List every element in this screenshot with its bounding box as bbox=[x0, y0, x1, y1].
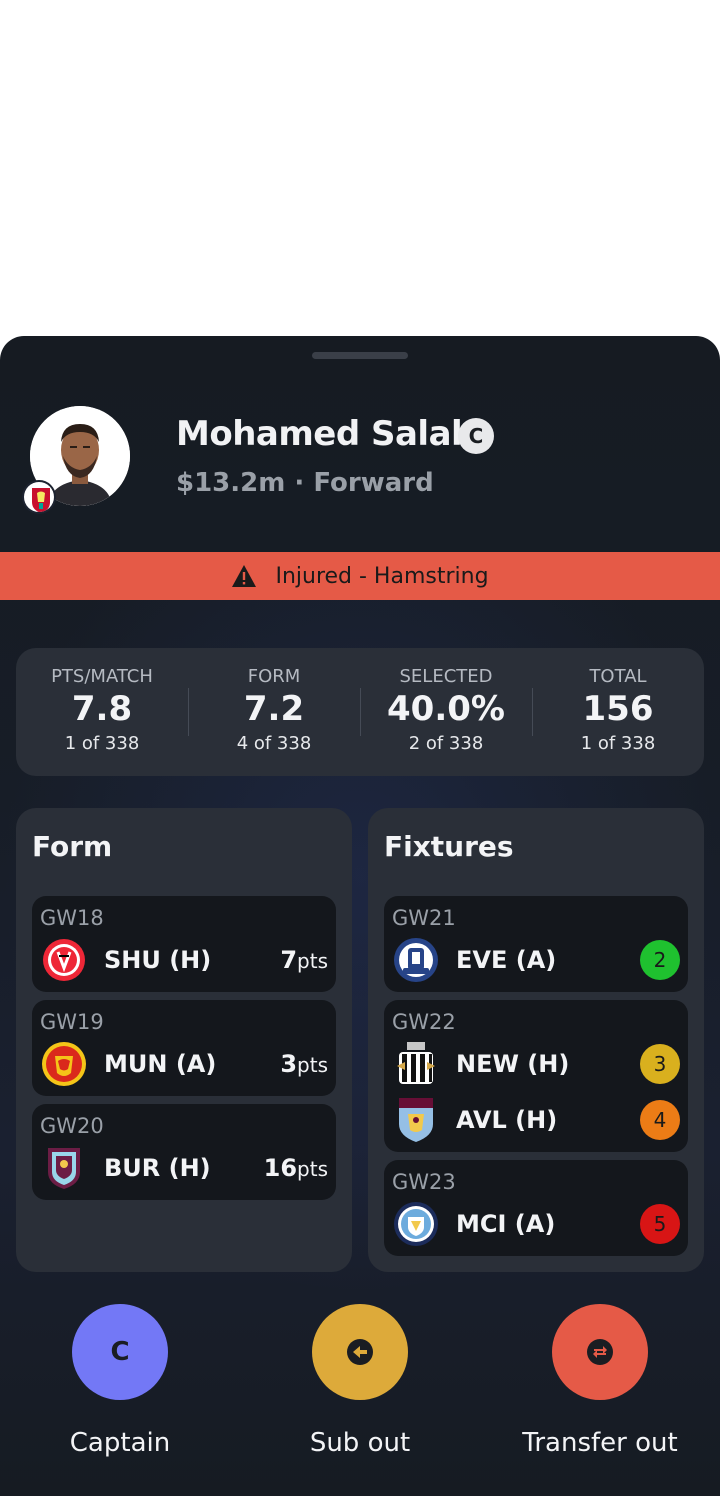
newcastle-crest-icon bbox=[392, 1040, 440, 1088]
fixture-gw-card[interactable]: GW21 EVE (A) 2 bbox=[384, 896, 688, 992]
points: 16pts bbox=[263, 1154, 328, 1182]
injury-banner: Injured - Hamstring bbox=[0, 552, 720, 600]
form-gw-card[interactable]: GW19 MUN (A) 3pts bbox=[32, 1000, 336, 1096]
injury-text: Injured - Hamstring bbox=[275, 563, 489, 589]
match-row: MCI (A) 5 bbox=[392, 1200, 680, 1248]
match-row: SHU (H) 7pts bbox=[40, 936, 328, 984]
stat-rank: 1 of 338 bbox=[64, 733, 140, 754]
warning-icon bbox=[232, 565, 257, 587]
match-row: NEW (H) 3 bbox=[392, 1040, 680, 1088]
transfer-icon bbox=[587, 1339, 613, 1365]
fixture-gw-card[interactable]: GW22 NEW (H) 3 AVL (H) 4 bbox=[384, 1000, 688, 1152]
form-gw-card[interactable]: GW18 SHU (H) 7pts bbox=[32, 896, 336, 992]
opponent: MUN (A) bbox=[104, 1050, 217, 1078]
stat-value: 7.2 bbox=[243, 689, 305, 729]
opponent: BUR (H) bbox=[104, 1154, 211, 1182]
stat-selected: SELECTED 40.0% 2 of 338 bbox=[360, 648, 532, 776]
difficulty-badge: 2 bbox=[640, 940, 680, 980]
stat-label: PTS/MATCH bbox=[51, 666, 153, 687]
arrow-left-icon bbox=[347, 1339, 373, 1365]
aston-villa-crest-icon bbox=[392, 1096, 440, 1144]
difficulty-badge: 5 bbox=[640, 1204, 680, 1244]
player-name: Mohamed Salah bbox=[176, 414, 475, 454]
liverpool-crest-icon bbox=[22, 480, 56, 514]
match-row: EVE (A) 2 bbox=[392, 936, 680, 984]
gw-label: GW22 bbox=[392, 1010, 456, 1034]
match-row: BUR (H) 16pts bbox=[40, 1144, 328, 1192]
stat-label: SELECTED bbox=[399, 666, 493, 687]
manchester-united-crest-icon bbox=[40, 1040, 88, 1088]
stat-rank: 2 of 338 bbox=[408, 733, 484, 754]
sheffield-united-crest-icon bbox=[40, 936, 88, 984]
points: 3pts bbox=[280, 1050, 328, 1078]
gw-label: GW23 bbox=[392, 1170, 456, 1194]
opponent: EVE (A) bbox=[456, 946, 557, 974]
captain-icon: C bbox=[110, 1337, 130, 1367]
player-bottom-sheet: Mohamed Salah C $13.2m · Forward Injured… bbox=[0, 336, 720, 1496]
captain-label: Captain bbox=[69, 1428, 171, 1458]
gw-label: GW21 bbox=[392, 906, 456, 930]
drag-handle[interactable] bbox=[312, 352, 408, 359]
stat-rank: 4 of 338 bbox=[236, 733, 312, 754]
gw-label: GW20 bbox=[40, 1114, 104, 1138]
burnley-crest-icon bbox=[40, 1144, 88, 1192]
sub-out-action: Sub out bbox=[260, 1304, 460, 1458]
captain-action: C Captain bbox=[20, 1304, 220, 1458]
transfer-out-action: Transfer out bbox=[500, 1304, 700, 1458]
stat-form: FORM 7.2 4 of 338 bbox=[188, 648, 360, 776]
stat-label: FORM bbox=[247, 666, 301, 687]
match-row: MUN (A) 3pts bbox=[40, 1040, 328, 1088]
gw-label: GW19 bbox=[40, 1010, 104, 1034]
points: 7pts bbox=[280, 946, 328, 974]
fixtures-panel: Fixtures GW21 EVE (A) 2 GW22 NEW (H) 3 A… bbox=[368, 808, 704, 1272]
stat-value: 156 bbox=[582, 689, 654, 729]
stat-value: 7.8 bbox=[71, 689, 133, 729]
stat-label: TOTAL bbox=[589, 666, 647, 687]
gw-label: GW18 bbox=[40, 906, 104, 930]
difficulty-badge: 4 bbox=[640, 1100, 680, 1140]
stat-pts-match: PTS/MATCH 7.8 1 of 338 bbox=[16, 648, 188, 776]
manchester-city-crest-icon bbox=[392, 1200, 440, 1248]
stat-value: 40.0% bbox=[387, 689, 505, 729]
sub-out-label: Sub out bbox=[309, 1428, 411, 1458]
difficulty-badge: 3 bbox=[640, 1044, 680, 1084]
captain-button[interactable]: C bbox=[72, 1304, 168, 1400]
stat-rank: 1 of 338 bbox=[580, 733, 656, 754]
everton-crest-icon bbox=[392, 936, 440, 984]
price-position: $13.2m · Forward bbox=[176, 468, 434, 498]
transfer-out-label: Transfer out bbox=[522, 1428, 678, 1458]
opponent: AVL (H) bbox=[456, 1106, 558, 1134]
stats-card: PTS/MATCH 7.8 1 of 338 FORM 7.2 4 of 338… bbox=[16, 648, 704, 776]
opponent: MCI (A) bbox=[456, 1210, 556, 1238]
match-row: AVL (H) 4 bbox=[392, 1096, 680, 1144]
sub-out-button[interactable] bbox=[312, 1304, 408, 1400]
form-gw-card[interactable]: GW20 BUR (H) 16pts bbox=[32, 1104, 336, 1200]
form-title: Form bbox=[32, 830, 113, 863]
fixture-gw-card[interactable]: GW23 MCI (A) 5 bbox=[384, 1160, 688, 1256]
captain-badge: C bbox=[458, 418, 494, 454]
stat-total: TOTAL 156 1 of 338 bbox=[532, 648, 704, 776]
fixtures-title: Fixtures bbox=[384, 830, 514, 863]
form-panel: Form GW18 SHU (H) 7pts GW19 MUN (A) 3pts… bbox=[16, 808, 352, 1272]
player-avatar-group bbox=[22, 406, 130, 514]
opponent: SHU (H) bbox=[104, 946, 212, 974]
transfer-out-button[interactable] bbox=[552, 1304, 648, 1400]
opponent: NEW (H) bbox=[456, 1050, 570, 1078]
